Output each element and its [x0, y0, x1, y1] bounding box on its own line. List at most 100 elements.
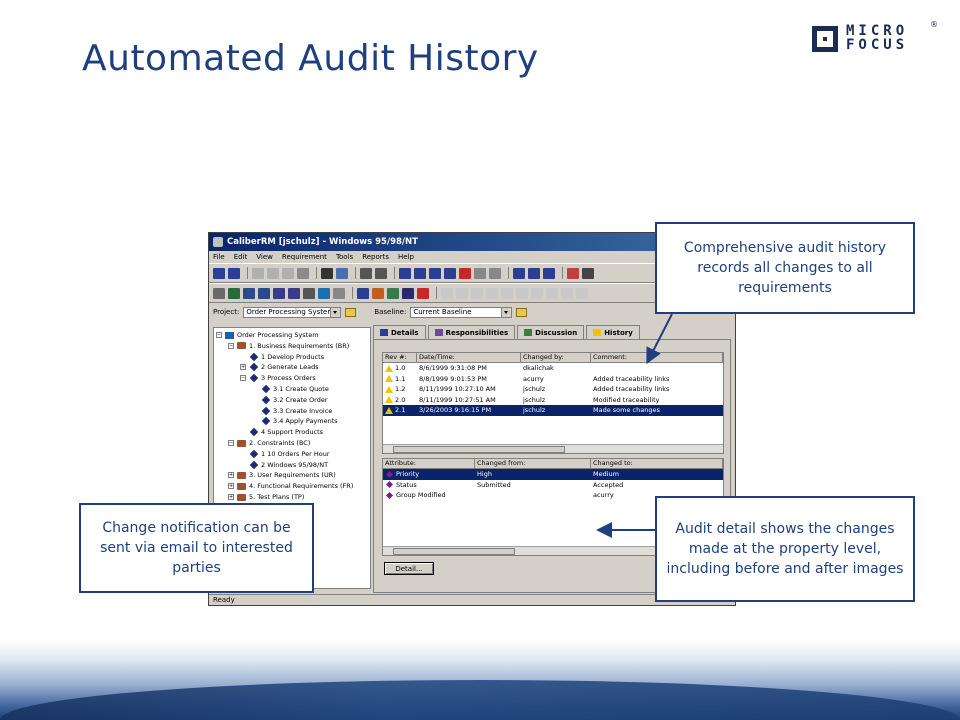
- menu-reports[interactable]: Reports: [362, 253, 389, 261]
- trace-both-icon[interactable]: [471, 287, 483, 299]
- document-icon[interactable]: [258, 287, 270, 299]
- tree-item[interactable]: +5. Test Plans (TP): [228, 492, 304, 502]
- glossary-icon[interactable]: [402, 287, 414, 299]
- link-icon[interactable]: [333, 287, 345, 299]
- find-icon[interactable]: [321, 267, 333, 279]
- history-row[interactable]: 2.1 3/26/2003 9:16:15 PM jschulz Made some …: [383, 405, 723, 416]
- menu-view[interactable]: View: [256, 253, 273, 261]
- forward-icon[interactable]: [228, 267, 240, 279]
- trace-next-icon[interactable]: [576, 287, 588, 299]
- impact-icon[interactable]: [372, 287, 384, 299]
- sort-icon[interactable]: [360, 267, 372, 279]
- delete-icon[interactable]: [459, 267, 471, 279]
- expand-icon[interactable]: +: [228, 483, 234, 490]
- scrollbar-thumb[interactable]: [393, 446, 565, 453]
- trace-suspect-icon[interactable]: [531, 287, 543, 299]
- back-icon[interactable]: [213, 267, 225, 279]
- scrollbar-thumb[interactable]: [393, 548, 515, 555]
- history-column-header[interactable]: Date/Time:: [417, 353, 521, 362]
- promote-icon[interactable]: [444, 267, 456, 279]
- tree-item[interactable]: 4 Support Products: [240, 427, 323, 437]
- tab-responsibilities[interactable]: Responsibilities: [427, 325, 516, 339]
- open-folder-icon[interactable]: [345, 307, 357, 317]
- history-column-header[interactable]: Comment:: [591, 353, 723, 362]
- detail-column-header[interactable]: Changed from:: [475, 459, 591, 468]
- move-down-icon[interactable]: [528, 267, 540, 279]
- trace-check-icon[interactable]: [546, 287, 558, 299]
- lock-icon[interactable]: [489, 267, 501, 279]
- tree-item[interactable]: +2 Generate Leads: [240, 362, 319, 372]
- menu-edit[interactable]: Edit: [234, 253, 248, 261]
- baseline-icon[interactable]: [357, 287, 369, 299]
- reports-icon[interactable]: [243, 287, 255, 299]
- tree-item[interactable]: 2 Windows 95/98/NT: [240, 460, 328, 470]
- baseline-select[interactable]: Current Baseline: [410, 306, 513, 318]
- tree-item[interactable]: 3.3 Create Invoice: [252, 406, 332, 416]
- add-child-icon[interactable]: [414, 267, 426, 279]
- tree-item[interactable]: +4. Functional Requirements (FR): [228, 481, 353, 491]
- menu-requirement[interactable]: Requirement: [282, 253, 327, 261]
- collapse-icon[interactable]: −: [228, 342, 234, 349]
- collapse-icon[interactable]: −: [228, 440, 234, 446]
- move-up-icon[interactable]: [513, 267, 525, 279]
- detail-button[interactable]: Detail...: [384, 562, 434, 575]
- tree-item[interactable]: 1 10 Orders Per Hour: [240, 449, 330, 459]
- detail-column-header[interactable]: Attribute:: [383, 459, 475, 468]
- history-row[interactable]: 1.0 8/6/1999 9:31:08 PM dkalichak: [383, 363, 723, 374]
- help-icon[interactable]: [375, 267, 387, 279]
- menu-file[interactable]: File: [213, 253, 225, 261]
- users-icon[interactable]: [228, 287, 240, 299]
- indent-icon[interactable]: [543, 267, 555, 279]
- history-column-header[interactable]: Changed by:: [521, 353, 591, 362]
- tree-item[interactable]: − 2. Constraints (BC): [228, 438, 310, 448]
- replace-icon[interactable]: [336, 267, 348, 279]
- spellcheck-icon[interactable]: [213, 287, 225, 299]
- tab-discussion[interactable]: Discussion: [517, 325, 585, 339]
- history-column-header[interactable]: Rev #:: [383, 353, 417, 362]
- calendar-icon[interactable]: [303, 287, 315, 299]
- tree-item[interactable]: +3. User Requirements (UR): [228, 470, 336, 480]
- menu-tools[interactable]: Tools: [336, 253, 353, 261]
- history-row[interactable]: 1.2 8/11/1999 10:27:10 AM jschulz Added tra…: [383, 384, 723, 395]
- group-icon[interactable]: [387, 287, 399, 299]
- menu-help[interactable]: Help: [398, 253, 414, 261]
- save-icon[interactable]: [474, 267, 486, 279]
- detail-column-header[interactable]: Changed to:: [591, 459, 723, 468]
- chevron-down-icon[interactable]: [501, 307, 512, 317]
- print-icon[interactable]: [582, 267, 594, 279]
- collapse-icon[interactable]: −: [240, 375, 246, 382]
- trace-edit-icon[interactable]: [501, 287, 513, 299]
- add-requirement-icon[interactable]: [399, 267, 411, 279]
- trace-from-icon[interactable]: [441, 287, 453, 299]
- history-row[interactable]: 2.0 8/11/1999 10:27:51 AM jschulz Modified …: [383, 395, 723, 406]
- traceability-icon[interactable]: [273, 287, 285, 299]
- tree-item[interactable]: 3.1 Create Quote: [252, 384, 329, 394]
- matrix-icon[interactable]: [288, 287, 300, 299]
- tree-item[interactable]: − Order Processing System: [216, 330, 319, 340]
- detail-row[interactable]: Priority High Medium: [383, 469, 723, 480]
- trace-delete-icon[interactable]: [516, 287, 528, 299]
- tree-item[interactable]: − 1. Business Requirements (BR): [228, 341, 349, 351]
- paste-icon[interactable]: [297, 267, 309, 279]
- trace-clear-icon[interactable]: [486, 287, 498, 299]
- history-grid[interactable]: Rev #: Date/Time: Changed by: Comment: 1.0 8…: [382, 352, 724, 454]
- undo-icon[interactable]: [252, 267, 264, 279]
- detail-row[interactable]: Status Submitted Accepted: [383, 480, 723, 491]
- expand-icon[interactable]: +: [228, 472, 234, 479]
- collapse-icon[interactable]: −: [216, 332, 222, 338]
- refresh-icon[interactable]: [567, 267, 579, 279]
- project-select[interactable]: Order Processing System: [243, 306, 342, 318]
- cut-icon[interactable]: [267, 267, 279, 279]
- copy-icon[interactable]: [282, 267, 294, 279]
- expand-icon[interactable]: +: [228, 494, 234, 500]
- stop-icon[interactable]: [417, 287, 429, 299]
- edit-requirement-icon[interactable]: [429, 267, 441, 279]
- tree-item[interactable]: 3.2 Create Order: [252, 395, 328, 405]
- tree-item[interactable]: 3.4 Apply Payments: [252, 416, 338, 426]
- tab-history[interactable]: History: [586, 325, 640, 340]
- history-row[interactable]: 1.1 8/8/1999 9:01:53 PM acurry Added tracea…: [383, 374, 723, 385]
- open-folder-icon[interactable]: [516, 307, 528, 317]
- image-icon[interactable]: [318, 287, 330, 299]
- history-horizontal-scrollbar[interactable]: [383, 444, 723, 453]
- chevron-down-icon[interactable]: [330, 307, 341, 317]
